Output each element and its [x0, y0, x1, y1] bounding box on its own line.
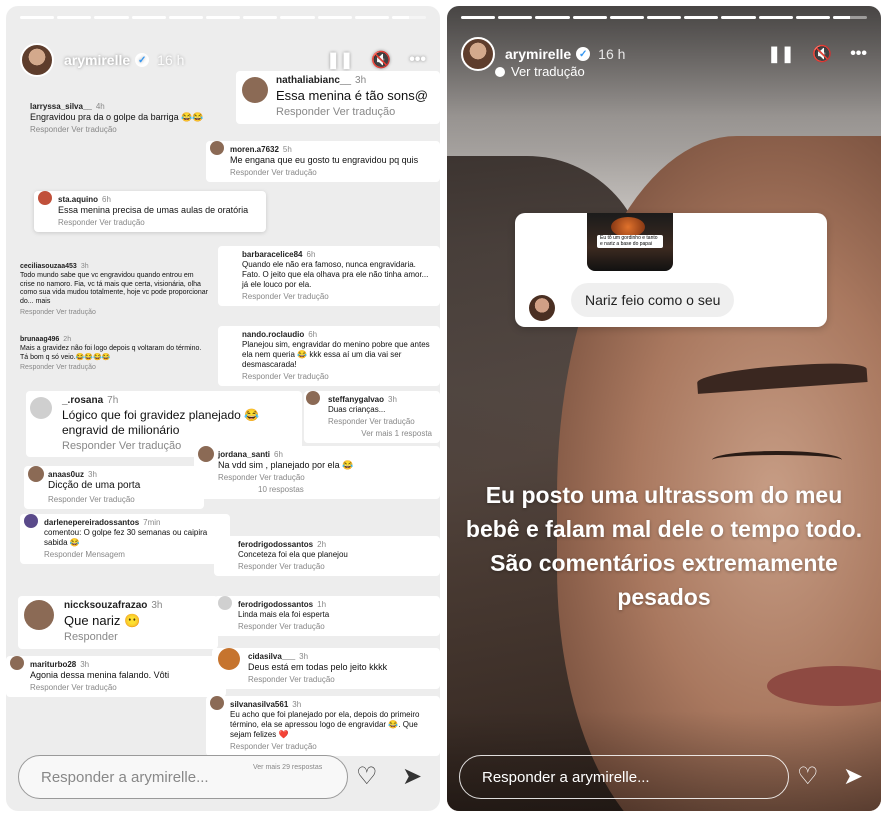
more-icon[interactable]: ••• [850, 45, 867, 63]
comment-actions[interactable]: Responder Ver tradução [58, 218, 258, 228]
progress-bars [20, 16, 427, 19]
comment-actions[interactable]: Responder Ver tradução [20, 309, 210, 318]
comment: brunaag496 2h Mais a gravidez não foi logo… [20, 336, 210, 373]
story-caption: Eu posto uma ultrassom do meu bebê e fal… [465, 482, 863, 610]
username[interactable]: arymirelle [505, 46, 571, 62]
comment-actions[interactable]: Responder Ver tradução [30, 683, 218, 693]
comment: barbaracelice84 6h Quando ele não era famo… [218, 246, 440, 306]
comment-actions[interactable]: Responder Ver tradução [276, 106, 432, 120]
comment: steffanygalvao 3h Duas crianças... Responde… [304, 391, 440, 443]
comment-actions[interactable]: Responder Ver tradução [328, 417, 432, 427]
left-story: arymirelle ✓ 16 h ❚❚ 🔇 ••• larryssa_silv… [6, 6, 440, 811]
comment-actions[interactable]: Responder Ver tradução [238, 562, 432, 572]
comment-actions[interactable]: Responder Ver tradução [218, 473, 432, 483]
comment-actions[interactable]: Responder Ver tradução [238, 622, 432, 632]
comment-actions[interactable]: Responder Ver tradução [230, 742, 432, 752]
comment-bubble: Nariz feio como o seu [571, 283, 735, 317]
comment: sta.aquino 6h Essa menina precisa de umas … [34, 191, 266, 233]
comment: nando.roclaudio 6h Planejou sim, engravida… [218, 326, 440, 386]
quoted-comment-card: Eu tô um gordinho e tanto e nariz a base… [515, 213, 827, 327]
right-story: arymirelle ✓ 16 h ❚❚ 🔇 ••• Ver tradução … [447, 6, 881, 811]
comment: moren.a7632 5h Me engana que eu gosto tu e… [206, 141, 440, 183]
ultrasound-thumbnail: Eu tô um gordinho e tanto e nariz a base… [587, 213, 673, 271]
username[interactable]: arymirelle [64, 52, 130, 68]
comment: niccksouzafrazao 3h Que nariz 😶 Responder [18, 596, 218, 649]
comment-actions[interactable]: Responder Ver tradução [242, 292, 432, 302]
reply-placeholder: Responder a arymirelle... [482, 768, 650, 786]
verified-badge: ✓ [576, 47, 591, 61]
photo-eye [712, 451, 842, 469]
comment: silvanasilva561 3h Eu acho que foi planeja… [206, 696, 440, 756]
comment-actions[interactable]: Responder Mensagem [44, 550, 222, 560]
mute-icon[interactable]: 🔇 [812, 44, 832, 64]
translate-link[interactable]: Ver tradução [495, 64, 585, 79]
view-replies-link[interactable]: Ver mais 1 resposta [328, 429, 432, 439]
progress-bars [461, 16, 868, 19]
comment-actions[interactable]: Responder Ver tradução [242, 372, 432, 382]
comment: jordana_santi 6h Na vdd sim , planejado po… [194, 446, 440, 500]
comment-actions[interactable]: Responder Ver tradução [20, 364, 210, 373]
view-replies-link[interactable]: Ver mais 29 respostas [253, 764, 322, 771]
reply-input[interactable]: Responder a arymirelle... Ver mais 29 res… [18, 755, 348, 799]
comment-actions[interactable]: Responder Ver tradução [48, 495, 196, 505]
heart-icon[interactable]: ♡ [356, 762, 378, 791]
comment: darlenepereiradossantos 7min comentou: O g… [20, 514, 230, 564]
comment-actions[interactable]: Responder Ver tradução [248, 675, 432, 685]
comment: mariturbo28 3h Agonia dessa menina falando… [6, 656, 226, 698]
send-icon[interactable]: ➤ [402, 762, 422, 791]
comment-actions[interactable]: Responder Ver tradução [30, 125, 248, 135]
comment: nathaliabianc__ 3h Essa menina é tão sons@… [236, 71, 440, 124]
comment: larryssa_silva__ 4h Engravidou pra da o go… [6, 98, 256, 139]
globe-icon [495, 66, 505, 77]
avatar[interactable] [461, 37, 495, 71]
avatar[interactable] [20, 43, 54, 77]
comment-actions[interactable]: Responder [64, 631, 210, 645]
post-time: 16 h [157, 52, 185, 68]
comment: ferodrigodossantos 2h Conceteza foi ela qu… [214, 536, 440, 576]
view-replies-link[interactable]: 10 respostas [258, 485, 432, 495]
post-time: 16 h [598, 46, 626, 62]
verified-badge: ✓ [135, 53, 150, 67]
reply-input[interactable]: Responder a arymirelle... [459, 755, 789, 799]
send-icon[interactable]: ➤ [843, 762, 863, 791]
mute-icon[interactable]: 🔇 [371, 50, 391, 70]
comment-actions[interactable]: Responder Ver tradução [230, 168, 432, 178]
comment: anaas0uz 3h Dicção de uma porta Responder V… [24, 466, 204, 509]
more-icon[interactable]: ••• [409, 51, 426, 69]
pause-icon[interactable]: ❚❚ [767, 44, 794, 64]
comment: cidasilva___ 3h Deus está em todas pelo je… [212, 648, 440, 690]
comment: ceciliasouzaa453 3h Todo mundo sabe que vc… [20, 263, 210, 318]
heart-icon[interactable]: ♡ [797, 762, 819, 791]
commenter-avatar [529, 295, 555, 321]
pause-icon[interactable]: ❚❚ [326, 50, 353, 70]
comment: ferodrigodossantos 1h Linda mais ela foi e… [214, 596, 440, 636]
reply-placeholder: Responder a arymirelle... [41, 768, 209, 786]
